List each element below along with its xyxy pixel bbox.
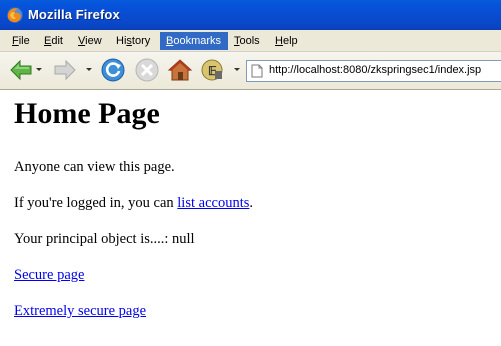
window-title: Mozilla Firefox — [28, 7, 120, 22]
back-icon[interactable] — [8, 57, 34, 83]
addon-dropdown-icon[interactable] — [234, 68, 240, 71]
paragraph-logged-in: If you're logged in, you can list accoun… — [14, 195, 253, 212]
home-icon[interactable] — [167, 57, 193, 83]
extremely-secure-page-link[interactable]: Extremely secure page — [14, 303, 146, 320]
page-icon — [251, 64, 263, 78]
window-titlebar[interactable]: Mozilla Firefox — [0, 0, 501, 30]
back-dropdown-icon[interactable] — [36, 68, 42, 71]
menu-file[interactable]: File — [6, 32, 36, 50]
paragraph-logged-in-prefix: If you're logged in, you can — [14, 195, 178, 211]
page-heading: Home Page — [14, 97, 160, 130]
forward-icon[interactable] — [52, 57, 78, 83]
reload-icon[interactable] — [100, 57, 126, 83]
stop-icon[interactable] — [134, 57, 160, 83]
url-text: http://localhost:8080/zkspringsec1/index… — [269, 64, 482, 76]
menu-edit[interactable]: Edit — [38, 32, 69, 50]
menu-history[interactable]: History — [110, 32, 156, 50]
menu-bar: File Edit View History Bookmarks Tools H… — [0, 30, 501, 52]
addon-icon[interactable]: 𝔼 — [200, 57, 226, 83]
forward-dropdown-icon[interactable] — [86, 68, 92, 71]
page-content: Home Page Anyone can view this page. If … — [0, 91, 501, 346]
menu-help[interactable]: Help — [269, 32, 304, 50]
menu-bookmarks[interactable]: Bookmarks — [160, 32, 228, 50]
firefox-icon — [7, 7, 23, 23]
menu-view[interactable]: View — [72, 32, 108, 50]
paragraph-logged-in-suffix: . — [249, 195, 253, 211]
secure-page-link[interactable]: Secure page — [14, 267, 84, 284]
paragraph-public: Anyone can view this page. — [14, 159, 175, 175]
paragraph-principal: Your principal object is....: null — [14, 231, 195, 247]
list-accounts-link[interactable]: list accounts — [177, 195, 249, 211]
url-bar[interactable]: http://localhost:8080/zkspringsec1/index… — [246, 60, 501, 82]
menu-tools[interactable]: Tools — [228, 32, 266, 50]
